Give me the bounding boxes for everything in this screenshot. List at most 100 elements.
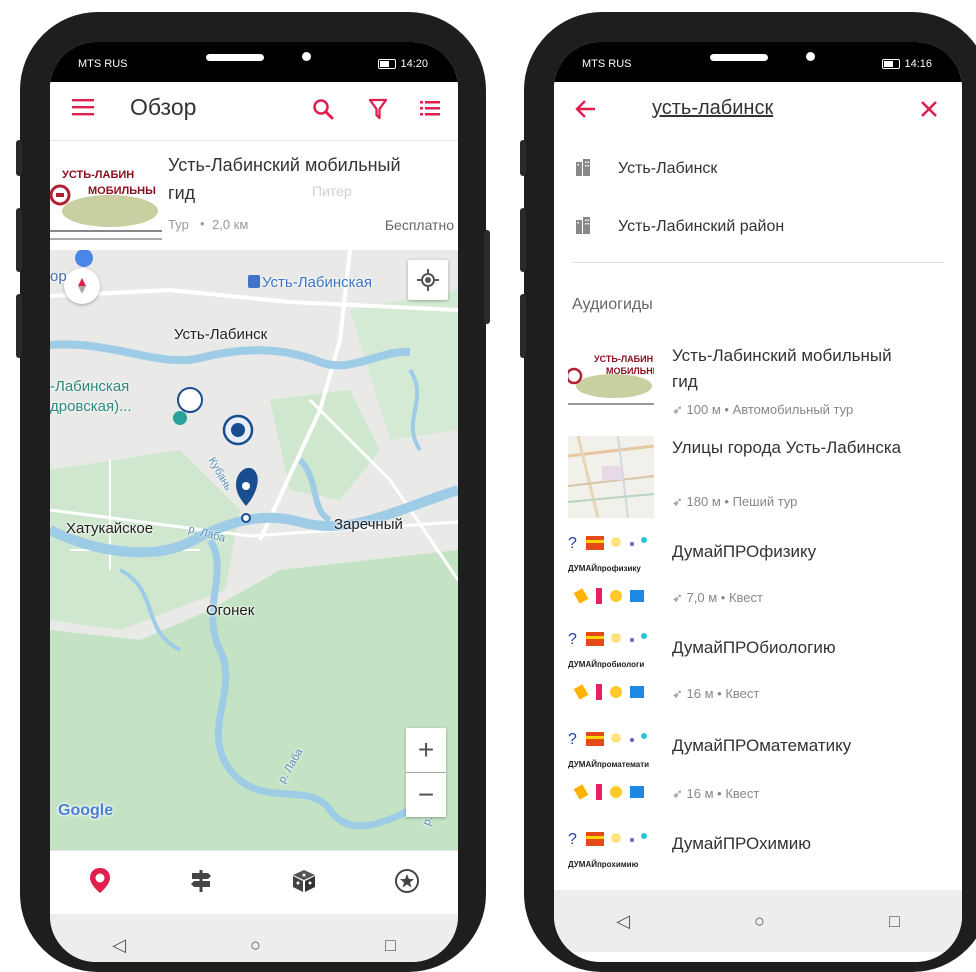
zoom-in-button[interactable]: + xyxy=(406,728,446,772)
status-bar: MTS RUS 14:20 xyxy=(50,42,458,86)
tour-title-line2: гид xyxy=(168,183,196,203)
system-navigation-bar: ◁ ○ □ xyxy=(50,914,458,962)
svg-text:?: ? xyxy=(568,831,577,848)
divider xyxy=(572,262,944,263)
back-nav-icon[interactable]: ◁ xyxy=(616,911,630,932)
background-map-label: Питер xyxy=(312,183,352,199)
location-arrow-icon: ➶ xyxy=(672,402,683,417)
home-nav-icon[interactable]: ○ xyxy=(250,935,261,956)
carrier-name: MTS RUS xyxy=(78,58,128,70)
building-icon xyxy=(574,158,592,181)
system-navigation-bar: ◁ ○ □ xyxy=(554,890,962,952)
guide-thumbnail: ? ДУМАЙпрофизику xyxy=(568,532,654,616)
guide-type: Квест xyxy=(728,590,763,605)
place-name: Усть-Лабинск xyxy=(618,160,718,177)
guide-title-line2: гид xyxy=(672,372,698,391)
carrier-name: MTS RUS xyxy=(582,58,632,70)
guide-type: Квест xyxy=(725,686,760,701)
menu-icon[interactable] xyxy=(72,98,94,121)
clock: 14:20 xyxy=(400,58,428,70)
guide-meta: ➶ 16 м • Квест xyxy=(672,686,759,702)
guide-thumbnail xyxy=(568,436,654,518)
guide-meta: ➶ 180 м • Пеший тур xyxy=(672,494,797,510)
guide-type: Автомобильный тур xyxy=(732,402,854,417)
guide-distance: 16 м xyxy=(686,686,714,701)
signpost-icon xyxy=(190,869,211,892)
search-icon[interactable] xyxy=(312,98,334,125)
dice-icon xyxy=(292,869,315,892)
guide-meta: ➶ 16 м • Квест xyxy=(672,786,759,802)
phone-right: MTS RUS 14:16 усть-лабинск Усть-Лабинск … xyxy=(520,12,976,972)
notch xyxy=(150,42,350,86)
recents-nav-icon[interactable]: □ xyxy=(889,911,900,932)
nav-tab-favorites[interactable] xyxy=(394,868,420,899)
speaker xyxy=(710,54,768,61)
nav-tab-map[interactable] xyxy=(89,867,111,900)
place-result[interactable]: Усть-Лабинск xyxy=(554,146,962,190)
guide-type: Пеший тур xyxy=(732,494,798,509)
google-logo: Google xyxy=(58,802,114,819)
recents-nav-icon[interactable]: □ xyxy=(385,935,396,956)
list-item[interactable]: ? ДУМАЙпроматемати ДумайПРОматематику ➶ … xyxy=(554,726,962,816)
tour-card[interactable]: Питер УСТЬ-ЛАБИН МОБИЛЬНЫ Усть-Лабинский… xyxy=(50,141,458,251)
guide-distance: 180 м xyxy=(686,494,721,509)
speaker xyxy=(206,54,264,61)
location-arrow-icon: ➶ xyxy=(672,786,683,801)
my-location-button[interactable] xyxy=(408,260,448,300)
clock: 14:16 xyxy=(904,58,932,70)
guide-distance: 100 м xyxy=(686,402,721,417)
meta-dot: • xyxy=(200,216,205,231)
section-title: Аудиогиды xyxy=(572,296,653,313)
camera xyxy=(302,52,311,61)
thumbnail-text-2: МОБИЛЬНЫ xyxy=(88,185,156,197)
zoom-out-button[interactable]: − xyxy=(406,773,446,817)
train-station-icon xyxy=(248,275,260,288)
back-arrow-icon[interactable] xyxy=(574,99,596,124)
list-view-icon[interactable] xyxy=(420,100,440,121)
page-title: Обзор xyxy=(130,94,197,120)
nav-tab-routes[interactable] xyxy=(188,868,214,899)
map-label-khatukayskoe: Хатукайское xyxy=(66,520,154,537)
clear-search-icon[interactable] xyxy=(920,100,938,123)
map-view[interactable]: ор Усть-Лабинская Усть-Лабинск -Лабинска… xyxy=(50,250,458,850)
compass-button[interactable] xyxy=(64,268,100,304)
status-bar: MTS RUS 14:16 xyxy=(554,42,962,86)
meta-dot: • xyxy=(724,494,733,509)
search-input[interactable]: усть-лабинск xyxy=(652,97,773,120)
list-item[interactable]: УСТЬ-ЛАБИН МОБИЛЬНЫ Усть-Лабинский мобил… xyxy=(554,338,962,424)
thumbnail-caption: ДУМАЙпроматемати xyxy=(568,760,650,769)
side-button xyxy=(520,140,526,176)
guide-distance: 16 м xyxy=(686,786,714,801)
back-nav-icon[interactable]: ◁ xyxy=(112,935,126,956)
tour-title-line1: Усть-Лабинский мобильный xyxy=(168,155,401,175)
filter-icon[interactable] xyxy=(368,98,388,125)
guide-thumbnail: ? ДУМАЙпроматемати xyxy=(568,728,654,812)
map-label-edge: ор xyxy=(50,268,67,285)
side-button xyxy=(484,230,490,324)
nav-tab-random[interactable] xyxy=(291,868,317,899)
guide-thumbnail: УСТЬ-ЛАБИН МОБИЛЬНЫ xyxy=(568,346,654,416)
guide-meta: ➶ 100 м • Автомобильный тур xyxy=(672,402,853,418)
map-label-city: Усть-Лабинск xyxy=(174,326,268,343)
list-item[interactable]: ? ДУМАЙпробиологи ДумайПРОбиологию ➶ 16 … xyxy=(554,626,962,716)
status-time: 14:20 xyxy=(378,58,428,70)
thumbnail-text: МОБИЛЬНЫ xyxy=(606,366,654,376)
guide-title: ДумайПРОбиологию xyxy=(672,638,836,657)
guide-title: Улицы города Усть-Лабинска xyxy=(672,438,902,457)
guide-title: Усть-Лабинский мобильный xyxy=(672,346,892,365)
side-button xyxy=(520,294,526,358)
guide-title: ДумайПРОфизику xyxy=(672,542,817,561)
map-label-zarechny: Заречный xyxy=(334,516,403,533)
home-nav-icon[interactable]: ○ xyxy=(754,911,765,932)
place-result[interactable]: Усть-Лабинский район xyxy=(554,206,962,250)
tour-distance: 2,0 км xyxy=(212,217,249,232)
app-bar: Обзор xyxy=(50,82,458,141)
camera xyxy=(806,52,815,61)
guide-meta: ➶ 7,0 м • Квест xyxy=(672,590,763,606)
meta-dot: • xyxy=(720,590,729,605)
list-item[interactable]: Улицы города Усть-Лабинска ➶ 180 м • Пеш… xyxy=(554,430,962,522)
star-circle-icon xyxy=(394,868,419,893)
thumbnail-caption: ДУМАЙпрофизику xyxy=(568,564,641,573)
list-item[interactable]: ? ДУМАЙпрофизику ДумайПРОфизику ➶ 7,0 м … xyxy=(554,530,962,620)
map-label-ogonek: Огонек xyxy=(206,602,255,619)
